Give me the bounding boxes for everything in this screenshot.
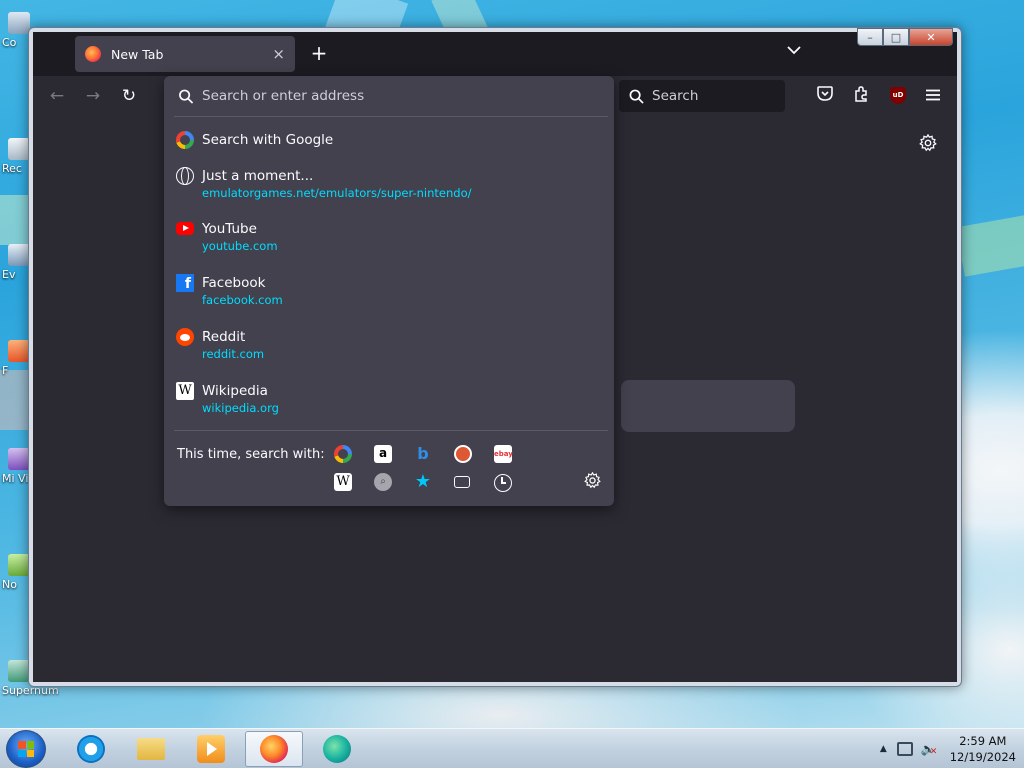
result-title: Wikipedia	[202, 383, 268, 399]
menu-button[interactable]	[923, 86, 943, 106]
bookmarks-search-button[interactable]: ★	[414, 473, 432, 491]
divider	[174, 116, 608, 117]
network-icon[interactable]	[896, 742, 913, 756]
tabs-search-button[interactable]	[454, 476, 470, 488]
duckduckgo-engine-button[interactable]	[454, 445, 472, 463]
reddit-icon	[176, 328, 194, 346]
result-row-search-google[interactable]: Search with Google	[164, 130, 614, 150]
result-title: Reddit	[202, 329, 246, 345]
one-off-search-label: This time, search with:	[177, 447, 325, 462]
clock-date: 12/19/2024	[949, 750, 1016, 764]
chevron-down-icon	[787, 46, 801, 55]
taskbar-firefox[interactable]	[245, 731, 303, 767]
result-url: reddit.com	[202, 347, 265, 361]
taskbar: ▲ 🔈 ✕ 2:59 AM 12/19/2024	[0, 728, 1024, 768]
result-title: YouTube	[202, 221, 257, 237]
close-window-button[interactable]: ✕	[909, 28, 953, 46]
notepad-icon	[8, 554, 30, 576]
volume-muted-icon[interactable]: 🔈 ✕	[921, 742, 938, 757]
supernium-icon	[8, 660, 30, 682]
windows-logo-icon	[18, 741, 34, 757]
globe-icon	[176, 167, 194, 185]
taskbar-internet-explorer[interactable]	[62, 731, 120, 767]
puzzle-icon	[855, 86, 867, 102]
computer-icon	[8, 12, 30, 34]
ublock-origin-icon[interactable]: uD	[890, 87, 906, 104]
back-button[interactable]: ←	[47, 86, 67, 106]
clock-time: 2:59 AM	[959, 734, 1007, 748]
list-all-tabs-button[interactable]	[787, 44, 801, 59]
taskbar-file-explorer[interactable]	[122, 731, 180, 767]
search-engine-button[interactable]: ⌕	[374, 473, 392, 491]
recycle-bin-icon	[8, 138, 30, 160]
search-icon	[179, 89, 194, 104]
new-tab-search-box[interactable]	[621, 380, 795, 432]
hamburger-menu-icon	[926, 89, 940, 101]
bing-engine-button[interactable]: b	[414, 445, 432, 463]
visual-studio-icon	[8, 448, 30, 470]
result-row-wikipedia[interactable]: W Wikipedia wikipedia.org	[164, 381, 614, 416]
folder-icon	[137, 738, 165, 760]
pocket-icon	[817, 86, 833, 101]
history-search-button[interactable]	[494, 474, 512, 492]
result-url: youtube.com	[202, 239, 278, 253]
system-tray: ▲ 🔈 ✕ 2:59 AM 12/19/2024	[880, 729, 1016, 768]
google-engine-button[interactable]	[334, 445, 352, 463]
taskbar-edge[interactable]	[308, 731, 366, 767]
ebay-engine-button[interactable]: ebay	[494, 445, 513, 463]
maximize-button[interactable]: □	[883, 28, 909, 46]
search-bar[interactable]: Search	[619, 80, 785, 112]
result-row-just-a-moment[interactable]: Just a moment... emulatorgames.net/emula…	[164, 166, 614, 201]
gear-icon	[919, 133, 937, 152]
result-row-facebook[interactable]: f Facebook facebook.com	[164, 273, 614, 308]
reload-button[interactable]: ↻	[119, 86, 139, 106]
result-row-youtube[interactable]: YouTube youtube.com	[164, 219, 614, 254]
wikipedia-icon: W	[176, 382, 194, 400]
search-icon	[629, 89, 644, 104]
desktop-icon-label: Supernum	[2, 684, 59, 697]
address-input[interactable]	[202, 88, 582, 104]
result-url: emulatorgames.net/emulators/super-ninten…	[202, 186, 472, 200]
tab-close-button[interactable]: ×	[272, 45, 285, 63]
forward-button[interactable]: →	[83, 86, 103, 106]
minimize-button[interactable]: –	[857, 28, 883, 46]
result-title: Just a moment...	[202, 168, 314, 184]
shortcut-icon	[8, 244, 30, 266]
search-settings-button[interactable]	[584, 471, 601, 493]
amazon-engine-button[interactable]: a	[374, 445, 392, 463]
show-hidden-icons-button[interactable]: ▲	[880, 744, 887, 754]
tab-title: New Tab	[111, 46, 164, 62]
result-title: Facebook	[202, 275, 266, 291]
facebook-icon: f	[176, 274, 194, 292]
google-icon	[176, 131, 194, 149]
media-player-icon	[197, 735, 225, 763]
address-bar[interactable]	[164, 76, 614, 116]
pocket-button[interactable]	[815, 86, 835, 106]
edge-icon	[323, 735, 351, 763]
extensions-button[interactable]	[851, 86, 871, 106]
result-url: facebook.com	[202, 293, 283, 307]
result-row-reddit[interactable]: Reddit reddit.com	[164, 327, 614, 362]
tab-strip: New Tab × +	[33, 32, 957, 76]
internet-explorer-icon	[77, 735, 105, 763]
tab-new-tab[interactable]: New Tab ×	[75, 36, 295, 72]
new-tab-button[interactable]: +	[307, 42, 331, 66]
firefox-icon	[260, 735, 288, 763]
personalize-settings-button[interactable]	[919, 133, 937, 157]
divider	[174, 430, 608, 431]
window-controls: – □ ✕	[857, 28, 953, 46]
youtube-icon	[176, 222, 194, 235]
shortcut-icon	[8, 340, 30, 362]
result-url: wikipedia.org	[202, 401, 279, 415]
clock[interactable]: 2:59 AM 12/19/2024	[950, 733, 1016, 765]
wikipedia-engine-button[interactable]: W	[334, 473, 352, 491]
urlbar-dropdown: Search with Google Just a moment... emul…	[164, 76, 614, 506]
search-bar-placeholder: Search	[652, 88, 699, 104]
start-button[interactable]	[6, 730, 46, 768]
gear-icon	[584, 471, 601, 489]
taskbar-media-player[interactable]	[182, 731, 240, 767]
firefox-icon	[85, 46, 101, 62]
result-title: Search with Google	[202, 132, 334, 148]
